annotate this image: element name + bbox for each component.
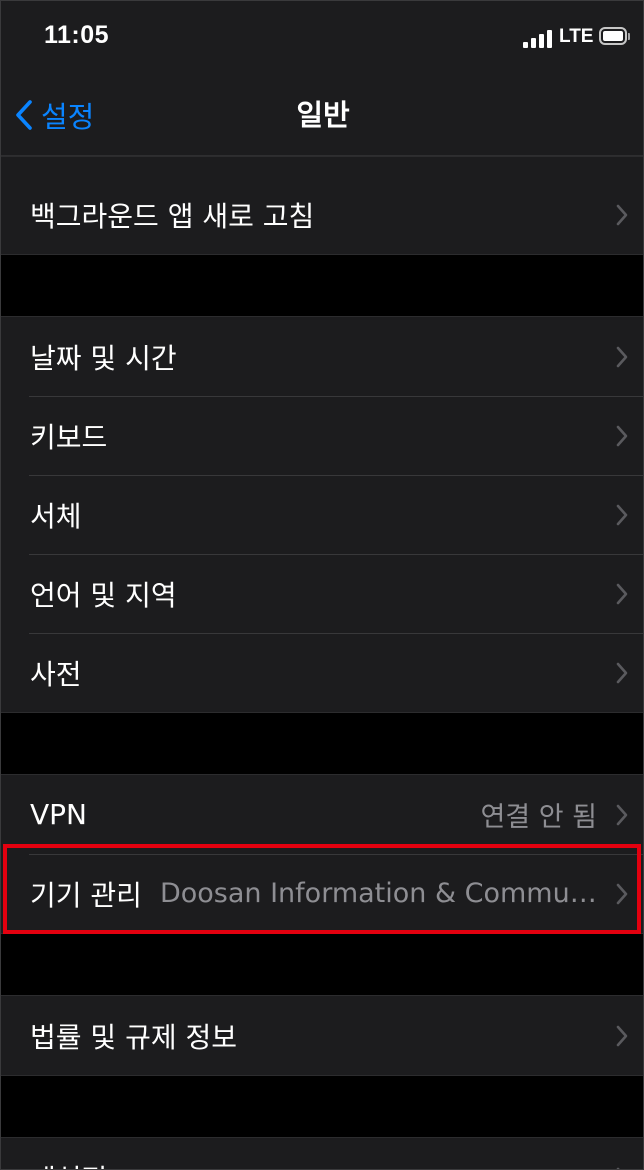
row-label: 기기 관리	[30, 878, 142, 912]
chevron-right-icon	[616, 504, 628, 525]
row-vpn[interactable]: VPN 연결 안 됨	[1, 775, 643, 854]
navigation-bar: 설정 일반	[1, 77, 643, 156]
row-language-region[interactable]: 언어 및 지역	[1, 554, 643, 633]
row-fonts[interactable]: 서체	[1, 475, 643, 554]
status-time: 11:05	[44, 21, 110, 49]
row-date-time[interactable]: 날짜 및 시간	[1, 317, 643, 396]
chevron-right-icon	[616, 662, 628, 683]
row-device-management[interactable]: 기기 관리 Doosan Information & Commun...	[1, 854, 643, 933]
chevron-right-icon	[616, 883, 628, 904]
section-gap	[1, 713, 643, 774]
settings-group: 백그라운드 앱 새로 고침	[1, 156, 643, 255]
page-title: 일반	[296, 98, 350, 132]
chevron-right-icon	[616, 425, 628, 446]
row-label: 언어 및 지역	[30, 578, 177, 612]
section-gap	[1, 1076, 643, 1137]
chevron-right-icon	[616, 804, 628, 825]
battery-icon	[599, 27, 631, 47]
row-label: 백그라운드 앱 새로 고침	[30, 199, 315, 233]
chevron-right-icon	[616, 583, 628, 604]
row-dictionary[interactable]: 사전	[1, 633, 643, 712]
row-label: 법률 및 규제 정보	[30, 1020, 238, 1054]
row-label: 사전	[30, 657, 82, 691]
settings-group: 재설정	[1, 1137, 643, 1170]
screen: 11:05 LTE 설정 일반 백그라운드 앱 새로 고침 날짜 및 시간 키보…	[0, 0, 644, 1170]
chevron-right-icon	[616, 1025, 628, 1046]
status-bar: 11:05 LTE	[1, 1, 643, 77]
network-type: LTE	[559, 26, 594, 47]
chevron-right-icon	[616, 346, 628, 367]
section-gap	[1, 934, 643, 995]
row-label: VPN	[30, 798, 87, 831]
settings-group: 법률 및 규제 정보	[1, 995, 643, 1076]
row-label: 키보드	[30, 420, 108, 454]
chevron-right-icon	[616, 1167, 621, 1169]
row-legal-regulatory[interactable]: 법률 및 규제 정보	[1, 996, 643, 1075]
section-gap	[1, 255, 643, 316]
vpn-status: 연결 안 됨	[480, 802, 597, 833]
device-management-profile: Doosan Information & Commun...	[159, 878, 597, 909]
row-label: 서체	[30, 499, 82, 533]
cellular-signal-icon	[523, 28, 553, 48]
settings-group: VPN 연결 안 됨 기기 관리 Doosan Information & Co…	[1, 774, 643, 934]
row-label: 날짜 및 시간	[30, 341, 177, 375]
chevron-right-icon	[616, 204, 628, 225]
row-reset[interactable]: 재설정	[1, 1138, 643, 1170]
scrolled-row-edge	[1, 157, 643, 175]
row-background-app-refresh[interactable]: 백그라운드 앱 새로 고침	[1, 175, 643, 254]
row-label: 재설정	[30, 1158, 107, 1170]
settings-list: 백그라운드 앱 새로 고침 날짜 및 시간 키보드 서체 언어 및 지역 사전 …	[1, 156, 643, 1170]
row-keyboard[interactable]: 키보드	[1, 396, 643, 475]
settings-group: 날짜 및 시간 키보드 서체 언어 및 지역 사전	[1, 316, 643, 713]
